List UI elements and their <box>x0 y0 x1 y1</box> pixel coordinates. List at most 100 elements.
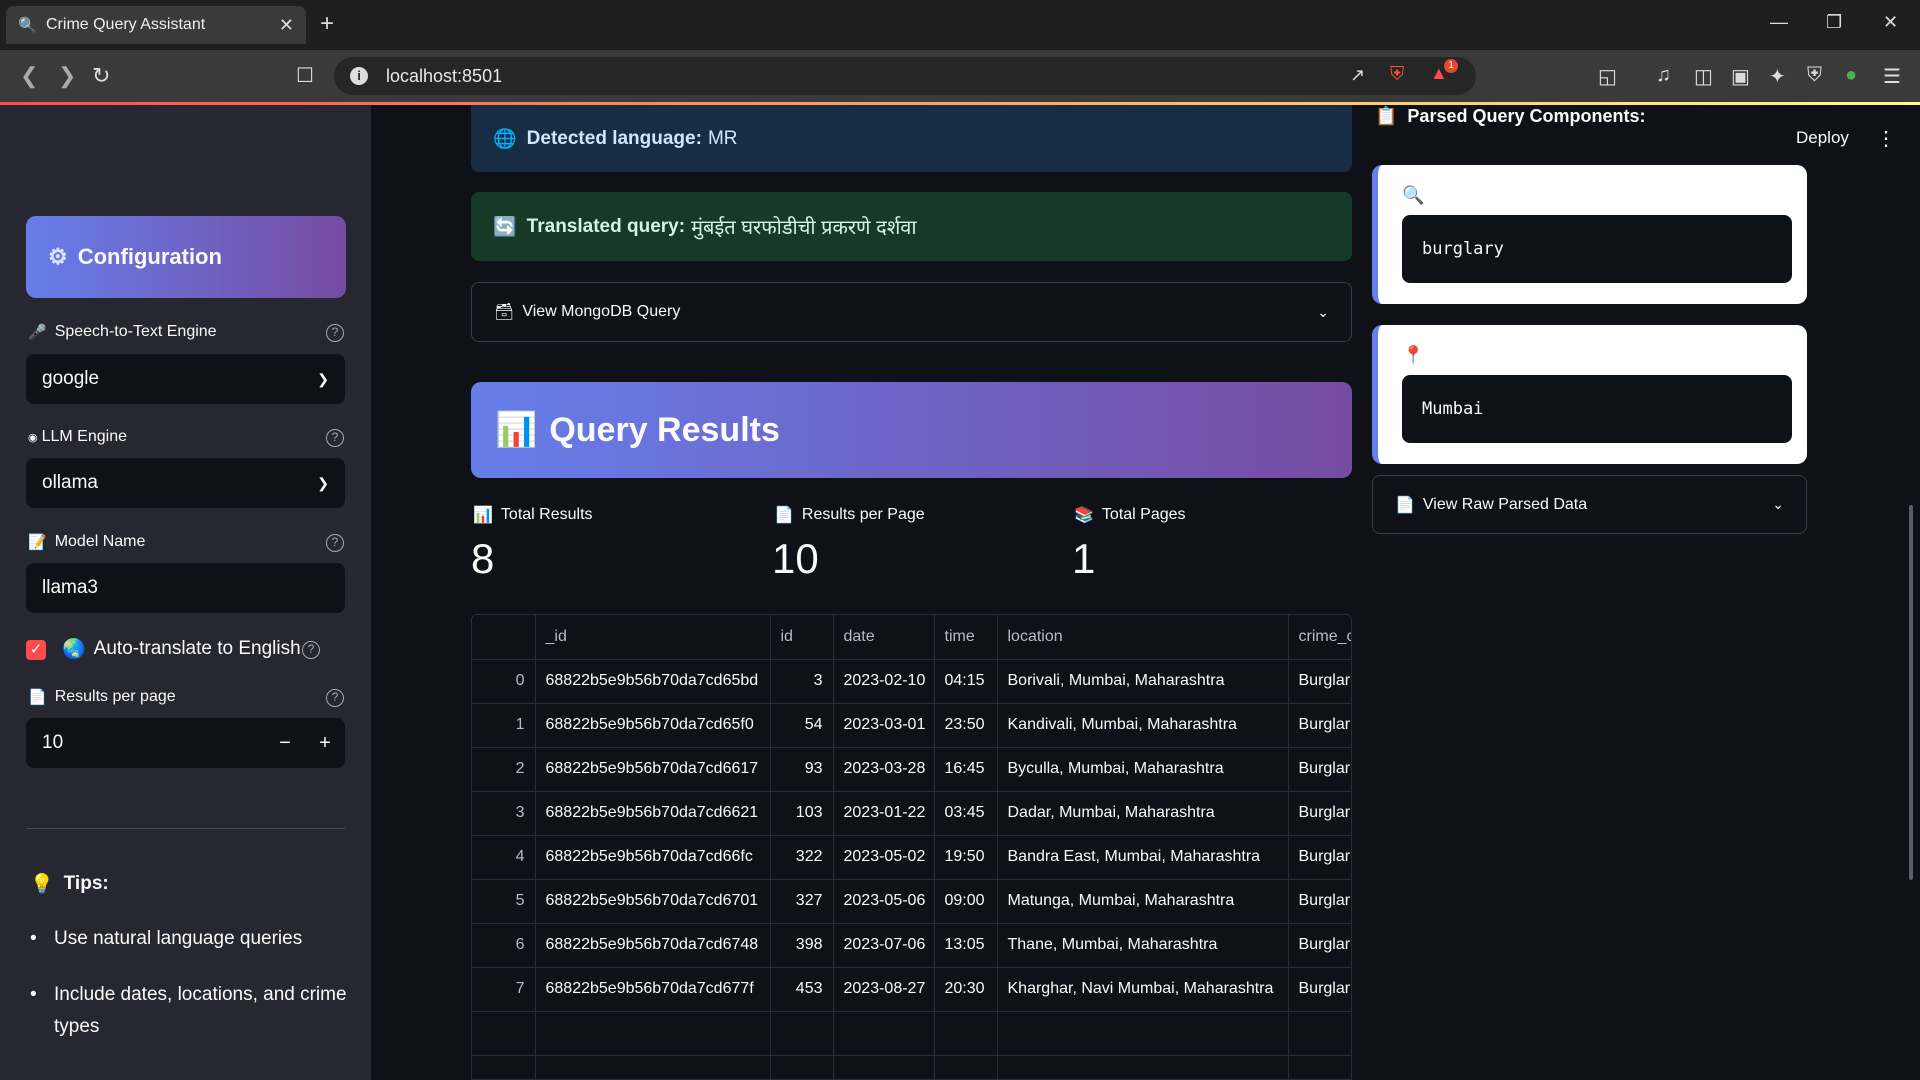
table-row[interactable]: 2 68822b5e9b56b70da7cd6617 93 2023-03-28 16:… <box>472 747 1351 792</box>
table-cell[interactable]: Matunga, Mumbai, Maharashtra <box>997 879 1289 924</box>
table-cell[interactable]: 68822b5e9b56b70da7cd677f <box>535 967 771 1012</box>
column-header[interactable]: date <box>833 615 935 660</box>
model-help-icon[interactable]: ? <box>326 534 344 552</box>
table-cell[interactable]: 2023-03-28 <box>833 747 935 792</box>
table-row[interactable]: 7 68822b5e9b56b70da7cd677f 453 2023-08-27 20… <box>472 967 1351 1012</box>
table-cell[interactable]: 2023-02-10 <box>833 659 935 704</box>
table-cell[interactable]: 68822b5e9b56b70da7cd66fc <box>535 835 771 880</box>
table-cell[interactable]: 19:50 <box>934 835 998 880</box>
column-header[interactable] <box>472 615 536 660</box>
table-cell[interactable]: Byculla, Mumbai, Maharashtra <box>997 747 1289 792</box>
table-cell[interactable]: 322 <box>770 835 834 880</box>
rpp-help-icon[interactable]: ? <box>326 689 344 707</box>
page-search-icon[interactable]: ◱ <box>1598 64 1617 89</box>
table-cell[interactable]: 1 <box>472 703 536 748</box>
column-header[interactable]: _id <box>535 615 771 660</box>
table-cell[interactable]: 327 <box>770 879 834 924</box>
address-bar[interactable]: i localhost:8501 ↗ ⛨ ▲ 1 <box>334 57 1476 95</box>
table-cell[interactable]: 5 <box>472 879 536 924</box>
llm-help-icon[interactable]: ? <box>326 429 344 447</box>
table-row[interactable]: 6 68822b5e9b56b70da7cd6748 398 2023-07-06 13… <box>472 923 1351 968</box>
table-cell[interactable]: 13:05 <box>934 923 998 968</box>
bookmark-icon[interactable]: ☐ <box>296 63 314 88</box>
table-cell[interactable]: 6 <box>472 923 536 968</box>
table-cell[interactable]: 3 <box>472 791 536 836</box>
table-cell[interactable]: 2023-05-06 <box>833 879 935 924</box>
table-cell[interactable]: 2023-03-01 <box>833 703 935 748</box>
table-cell[interactable]: 2023-01-22 <box>833 791 935 836</box>
table-row[interactable]: 1 68822b5e9b56b70da7cd65f0 54 2023-03-01 23:… <box>472 703 1351 748</box>
media-icon[interactable]: ♫ <box>1656 64 1671 87</box>
table-cell[interactable]: 68822b5e9b56b70da7cd6617 <box>535 747 771 792</box>
decrement-button[interactable]: − <box>265 732 305 755</box>
table-cell[interactable]: 103 <box>770 791 834 836</box>
table-row[interactable]: 3 68822b5e9b56b70da7cd6621 103 2023-01-22 03… <box>472 791 1351 836</box>
table-cell[interactable]: Burglar <box>1288 791 1351 836</box>
new-tab-button[interactable]: + <box>320 10 334 38</box>
mongodb-query-expander[interactable]: 🗃 View MongoDB Query ⌄ <box>471 282 1352 342</box>
table-cell[interactable]: Burglar <box>1288 703 1351 748</box>
stt-help-icon[interactable]: ? <box>326 324 344 342</box>
table-cell[interactable]: Burglar <box>1288 923 1351 968</box>
close-tab-icon[interactable]: ✕ <box>279 15 294 36</box>
stt-engine-select[interactable]: google ❯ <box>26 354 345 404</box>
table-cell[interactable]: 2023-08-27 <box>833 967 935 1012</box>
table-cell[interactable]: 0 <box>472 659 536 704</box>
results-table[interactable]: _id id date time location crime_c 0 68822… <box>471 614 1352 1080</box>
increment-button[interactable]: + <box>305 732 345 755</box>
table-cell[interactable]: 453 <box>770 967 834 1012</box>
auto-translate-checkbox[interactable]: ✓ <box>26 640 46 660</box>
table-cell[interactable]: Dadar, Mumbai, Maharashtra <box>997 791 1289 836</box>
table-cell[interactable]: 68822b5e9b56b70da7cd6748 <box>535 923 771 968</box>
column-header[interactable]: crime_c <box>1288 615 1351 660</box>
model-name-input[interactable]: llama3 <box>26 563 345 613</box>
table-cell[interactable]: Bandra East, Mumbai, Maharashtra <box>997 835 1289 880</box>
browser-tab[interactable]: 🔍 Crime Query Assistant ✕ <box>6 6 306 44</box>
forward-icon[interactable]: ❯ <box>58 63 76 89</box>
vpn-shield-icon[interactable]: ⛨ <box>1807 64 1822 87</box>
table-row[interactable]: 0 68822b5e9b56b70da7cd65bd 3 2023-02-10 04:1… <box>472 659 1351 704</box>
table-cell[interactable]: Burglar <box>1288 747 1351 792</box>
column-header[interactable]: id <box>770 615 834 660</box>
table-cell[interactable]: Burglar <box>1288 967 1351 1012</box>
table-cell[interactable]: Thane, Mumbai, Maharashtra <box>997 923 1289 968</box>
table-cell[interactable]: 4 <box>472 835 536 880</box>
deploy-button[interactable]: Deploy <box>1796 128 1849 148</box>
table-cell[interactable]: 398 <box>770 923 834 968</box>
table-cell[interactable]: 54 <box>770 703 834 748</box>
main-scrollbar[interactable] <box>1909 505 1913 880</box>
restore-icon[interactable]: ❐ <box>1826 12 1842 33</box>
site-info-icon[interactable]: i <box>350 67 368 85</box>
table-row[interactable]: 5 68822b5e9b56b70da7cd6701 327 2023-05-06 09… <box>472 879 1351 924</box>
profile-icon[interactable]: ● <box>1845 64 1857 87</box>
main-menu-icon[interactable]: ⋮ <box>1876 126 1896 151</box>
table-cell[interactable]: 3 <box>770 659 834 704</box>
table-cell[interactable]: Burglar <box>1288 879 1351 924</box>
raw-parsed-data-expander[interactable]: 📄 View Raw Parsed Data ⌄ <box>1372 475 1807 534</box>
column-header[interactable]: time <box>934 615 998 660</box>
table-cell[interactable]: 68822b5e9b56b70da7cd65bd <box>535 659 771 704</box>
brave-shield-icon[interactable]: ⛨ <box>1390 64 1404 86</box>
reload-icon[interactable]: ↻ <box>92 63 110 89</box>
minimize-icon[interactable]: — <box>1770 12 1788 33</box>
table-cell[interactable]: 2023-05-02 <box>833 835 935 880</box>
share-icon[interactable]: ↗ <box>1350 65 1365 86</box>
table-cell[interactable]: Burglar <box>1288 659 1351 704</box>
table-cell[interactable]: 68822b5e9b56b70da7cd6621 <box>535 791 771 836</box>
table-cell[interactable]: Kharghar, Navi Mumbai, Maharashtra <box>997 967 1289 1012</box>
table-cell[interactable]: 2 <box>472 747 536 792</box>
table-row[interactable]: 4 68822b5e9b56b70da7cd66fc 322 2023-05-02 19… <box>472 835 1351 880</box>
table-cell[interactable]: 68822b5e9b56b70da7cd6701 <box>535 879 771 924</box>
menu-icon[interactable]: ☰ <box>1883 64 1901 89</box>
table-cell[interactable]: 93 <box>770 747 834 792</box>
table-cell[interactable]: 7 <box>472 967 536 1012</box>
table-cell[interactable]: 04:15 <box>934 659 998 704</box>
column-header[interactable]: location <box>997 615 1289 660</box>
table-cell[interactable]: 09:00 <box>934 879 998 924</box>
table-cell[interactable]: Borivali, Mumbai, Maharashtra <box>997 659 1289 704</box>
table-cell[interactable]: 2023-07-06 <box>833 923 935 968</box>
table-cell[interactable]: 20:30 <box>934 967 998 1012</box>
close-window-icon[interactable]: ✕ <box>1883 12 1898 33</box>
llm-engine-select[interactable]: ollama ❯ <box>26 458 345 508</box>
results-per-page-stepper[interactable]: 10 − + <box>26 718 345 768</box>
